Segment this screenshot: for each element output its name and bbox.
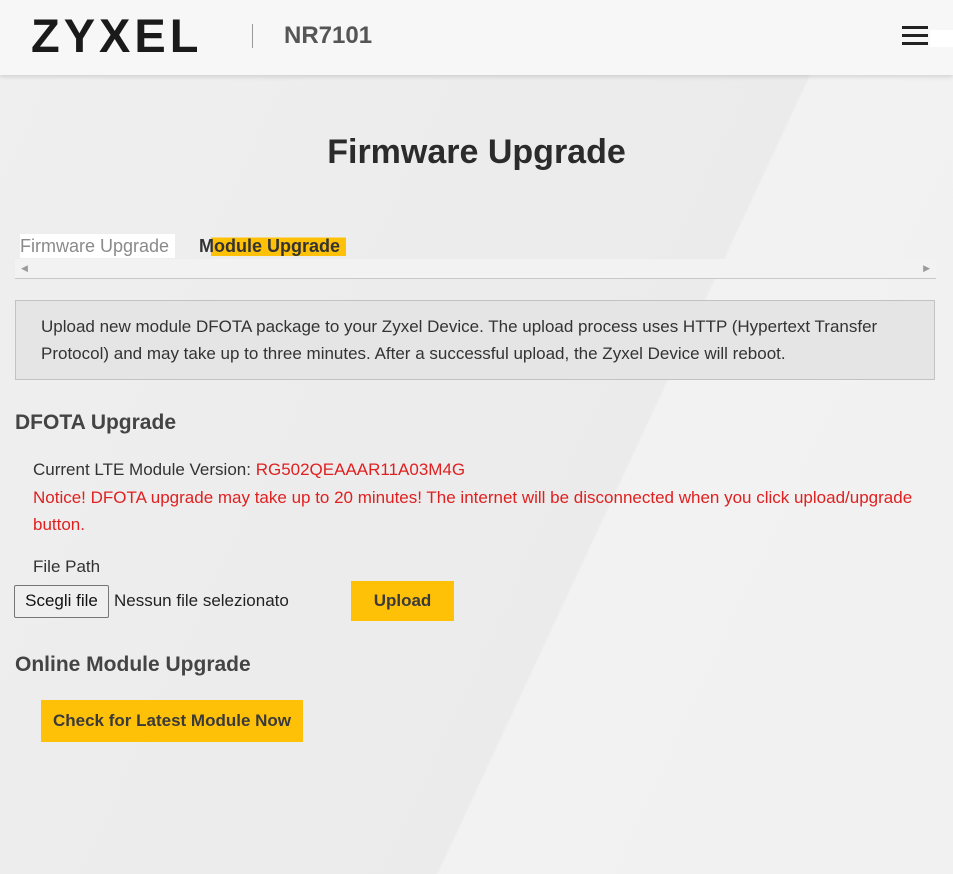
menu-bar [902, 34, 928, 37]
upload-button[interactable]: Upload [351, 581, 454, 621]
menu-bar [902, 26, 928, 29]
scroll-left-icon[interactable]: ◀ [21, 263, 28, 273]
scroll-right-icon[interactable]: ▶ [923, 263, 930, 273]
check-latest-module-button[interactable]: Check for Latest Module Now [41, 700, 303, 742]
menu-bar [902, 42, 928, 45]
module-version-line: Current LTE Module Version: RG502QEAAAR1… [33, 458, 465, 482]
tab-firmware-upgrade[interactable]: Firmware Upgrade [20, 234, 176, 258]
top-header: ZYXEL NR7101 [0, 0, 953, 75]
choose-file-button[interactable]: Scegli file [14, 585, 109, 618]
header-edge-strip [930, 30, 953, 47]
page-title: Firmware Upgrade [327, 133, 626, 171]
file-status-text: Nessun file selezionato [114, 591, 289, 610]
module-version-value: RG502QEAAAR11A03M4G [255, 460, 466, 479]
device-model: NR7101 [284, 22, 373, 49]
dfota-section-title: DFOTA Upgrade [15, 411, 176, 434]
dfota-notice: Notice! DFOTA upgrade may take up to 20 … [33, 488, 913, 534]
zyxel-logo: ZYXEL [31, 9, 203, 62]
tab-module-upgrade[interactable]: Module Upgrade [199, 234, 347, 258]
tab-scrollbar[interactable]: ◀ ▶ [15, 259, 936, 279]
header-divider [252, 24, 253, 48]
file-path-label: File Path [33, 557, 101, 576]
tab-bar: Firmware Upgrade Module Upgrade ◀ ▶ [15, 234, 936, 280]
hamburger-menu-icon[interactable] [899, 24, 929, 48]
main-content: Firmware Upgrade Firmware Upgrade Module… [0, 0, 953, 874]
online-section-title: Online Module Upgrade [15, 653, 251, 676]
info-box: Upload new module DFOTA package to your … [15, 300, 935, 380]
module-version-label: Current LTE Module Version: [33, 460, 256, 479]
